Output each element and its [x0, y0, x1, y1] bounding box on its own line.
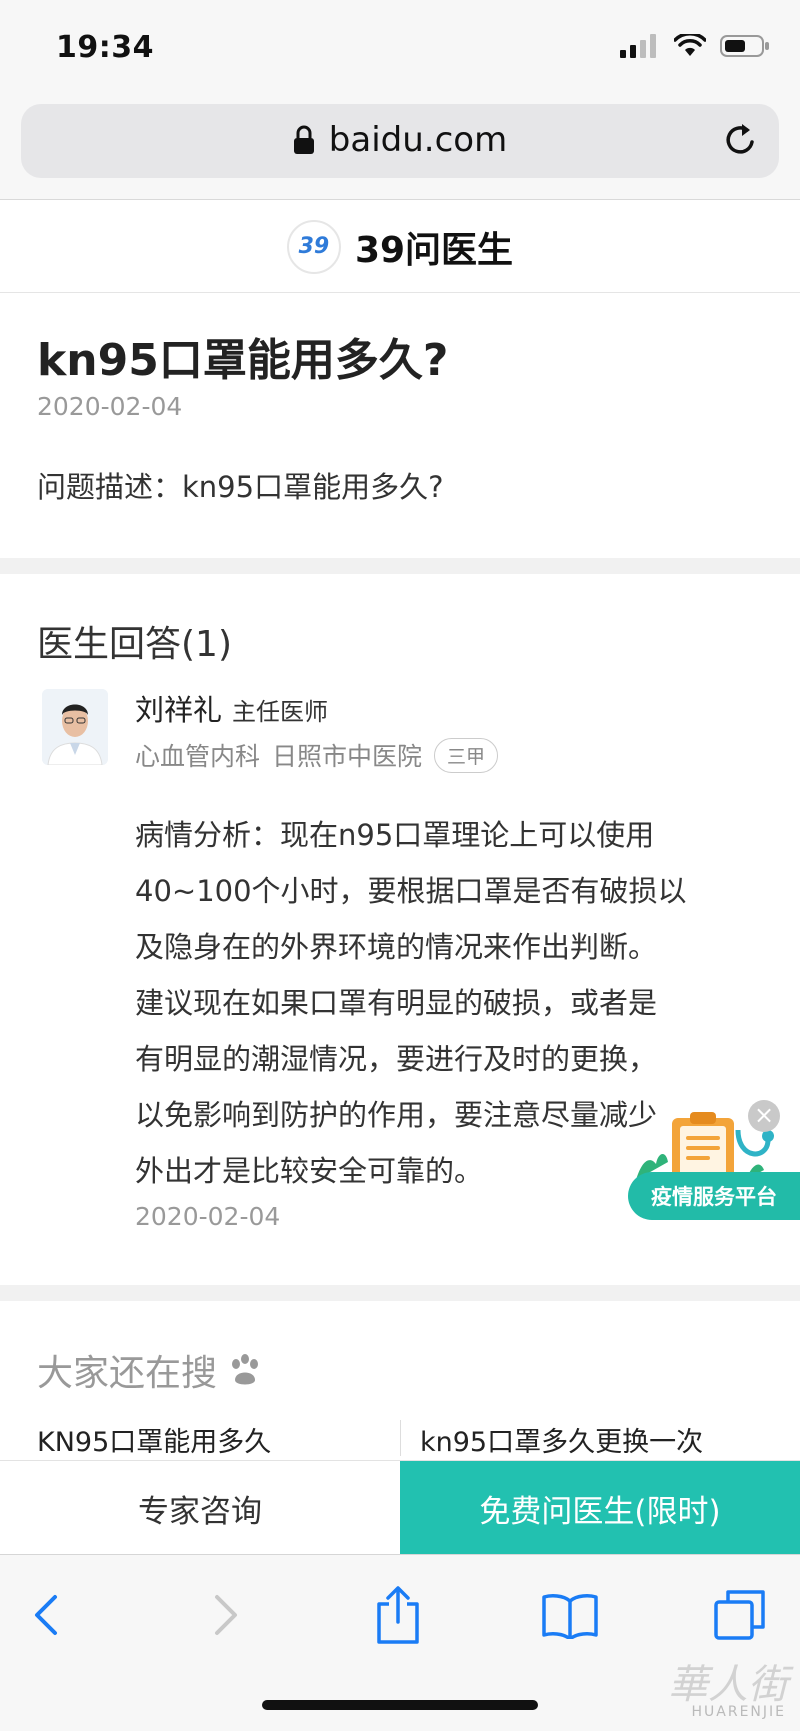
site-name[interactable]: 39问医生	[355, 221, 513, 273]
doctor-photo-icon	[42, 689, 108, 765]
doctor-department: 心血管内科	[135, 742, 261, 771]
also-search-heading: 大家还在搜	[37, 1344, 263, 1396]
question-description: 问题描述：kn95口罩能用多久?	[37, 470, 444, 504]
answer-line: 病情分析：现在n95口罩理论上可以使用	[135, 818, 655, 852]
answer-line: 40~100个小时，要根据口罩是否有破损以	[135, 874, 687, 908]
also-search-divider	[400, 1420, 401, 1456]
lock-icon	[293, 125, 314, 154]
watermark: 華人街	[668, 1662, 788, 1708]
epidemic-service-float[interactable]: × 疫情服务平台	[628, 1090, 800, 1220]
book-icon	[542, 1594, 598, 1639]
url-text: baidu.com	[328, 120, 508, 160]
chevron-right-icon	[215, 1595, 237, 1635]
browser-address-area: baidu.com	[0, 96, 800, 200]
question-date: 2020-02-04	[37, 392, 183, 421]
answers-heading: 医生回答(1)	[37, 624, 232, 665]
doctor-title: 主任医师	[232, 698, 329, 726]
url-display[interactable]: baidu.com	[21, 120, 779, 160]
bottom-action-bar: 专家咨询 免费问医生(限时)	[0, 1460, 800, 1555]
doctor-hospital: 日照市中医院	[272, 742, 423, 771]
address-bar[interactable]: baidu.com	[21, 104, 779, 178]
also-search-title: 大家还在搜	[37, 1353, 218, 1394]
answer-line: 及隐身在的外界环境的情况来作出判断。	[135, 930, 658, 964]
hospital-level-badge: 三甲	[434, 737, 499, 773]
forward-button[interactable]	[196, 1585, 256, 1645]
float-close-button[interactable]: ×	[748, 1100, 780, 1132]
paw-icon	[232, 1354, 259, 1385]
free-ask-doctor-button[interactable]: 免费问医生(限时)	[400, 1461, 800, 1555]
doctor-avatar[interactable]	[42, 689, 108, 765]
reload-icon[interactable]	[721, 120, 761, 160]
question-section: kn95口罩能用多久? 2020-02-04 问题描述：kn95口罩能用多久?	[0, 294, 800, 558]
bookmarks-button[interactable]	[540, 1585, 600, 1645]
tabs-button[interactable]	[710, 1585, 770, 1645]
status-icons	[620, 34, 770, 58]
status-bar: 19:34	[0, 0, 800, 96]
chevron-left-icon	[35, 1595, 57, 1635]
section-divider	[0, 1285, 800, 1301]
status-time: 19:34	[56, 30, 154, 65]
expert-consult-button[interactable]: 专家咨询	[0, 1461, 400, 1555]
cellular-signal-icon	[620, 34, 656, 58]
answer-date: 2020-02-04	[135, 1202, 281, 1231]
float-label[interactable]: 疫情服务平台	[628, 1172, 800, 1220]
also-search-item[interactable]: kn95口罩多久更换一次	[420, 1420, 703, 1459]
watermark-sub: HUARENJIE	[691, 1704, 786, 1720]
share-icon	[377, 1586, 419, 1644]
site-header[interactable]: 39 39问医生	[0, 201, 800, 293]
back-button[interactable]	[16, 1585, 76, 1645]
doctor-name: 刘祥礼	[135, 693, 223, 727]
home-indicator	[262, 1700, 538, 1710]
doctor-affiliation: 心血管内科 日照市中医院 三甲	[135, 737, 499, 773]
section-divider	[0, 558, 800, 574]
question-title: kn95口罩能用多久?	[37, 335, 449, 386]
battery-icon	[720, 35, 769, 57]
site-logo[interactable]: 39	[286, 219, 341, 274]
tabs-icon	[714, 1590, 765, 1640]
also-search-section: 大家还在搜 KN95口罩能用多久 kn95口罩多久更换一次	[0, 1302, 800, 1462]
site-logo-text: 39	[298, 234, 330, 259]
answer-line: 有明显的潮湿情况，要进行及时的更换，	[135, 1042, 658, 1076]
wifi-icon	[674, 34, 706, 56]
share-button[interactable]	[368, 1585, 428, 1645]
answer-line: 建议现在如果口罩有明显的破损，或者是	[135, 986, 658, 1020]
doctor-name-row[interactable]: 刘祥礼 主任医师	[135, 687, 328, 729]
also-search-item[interactable]: KN95口罩能用多久	[37, 1420, 271, 1459]
